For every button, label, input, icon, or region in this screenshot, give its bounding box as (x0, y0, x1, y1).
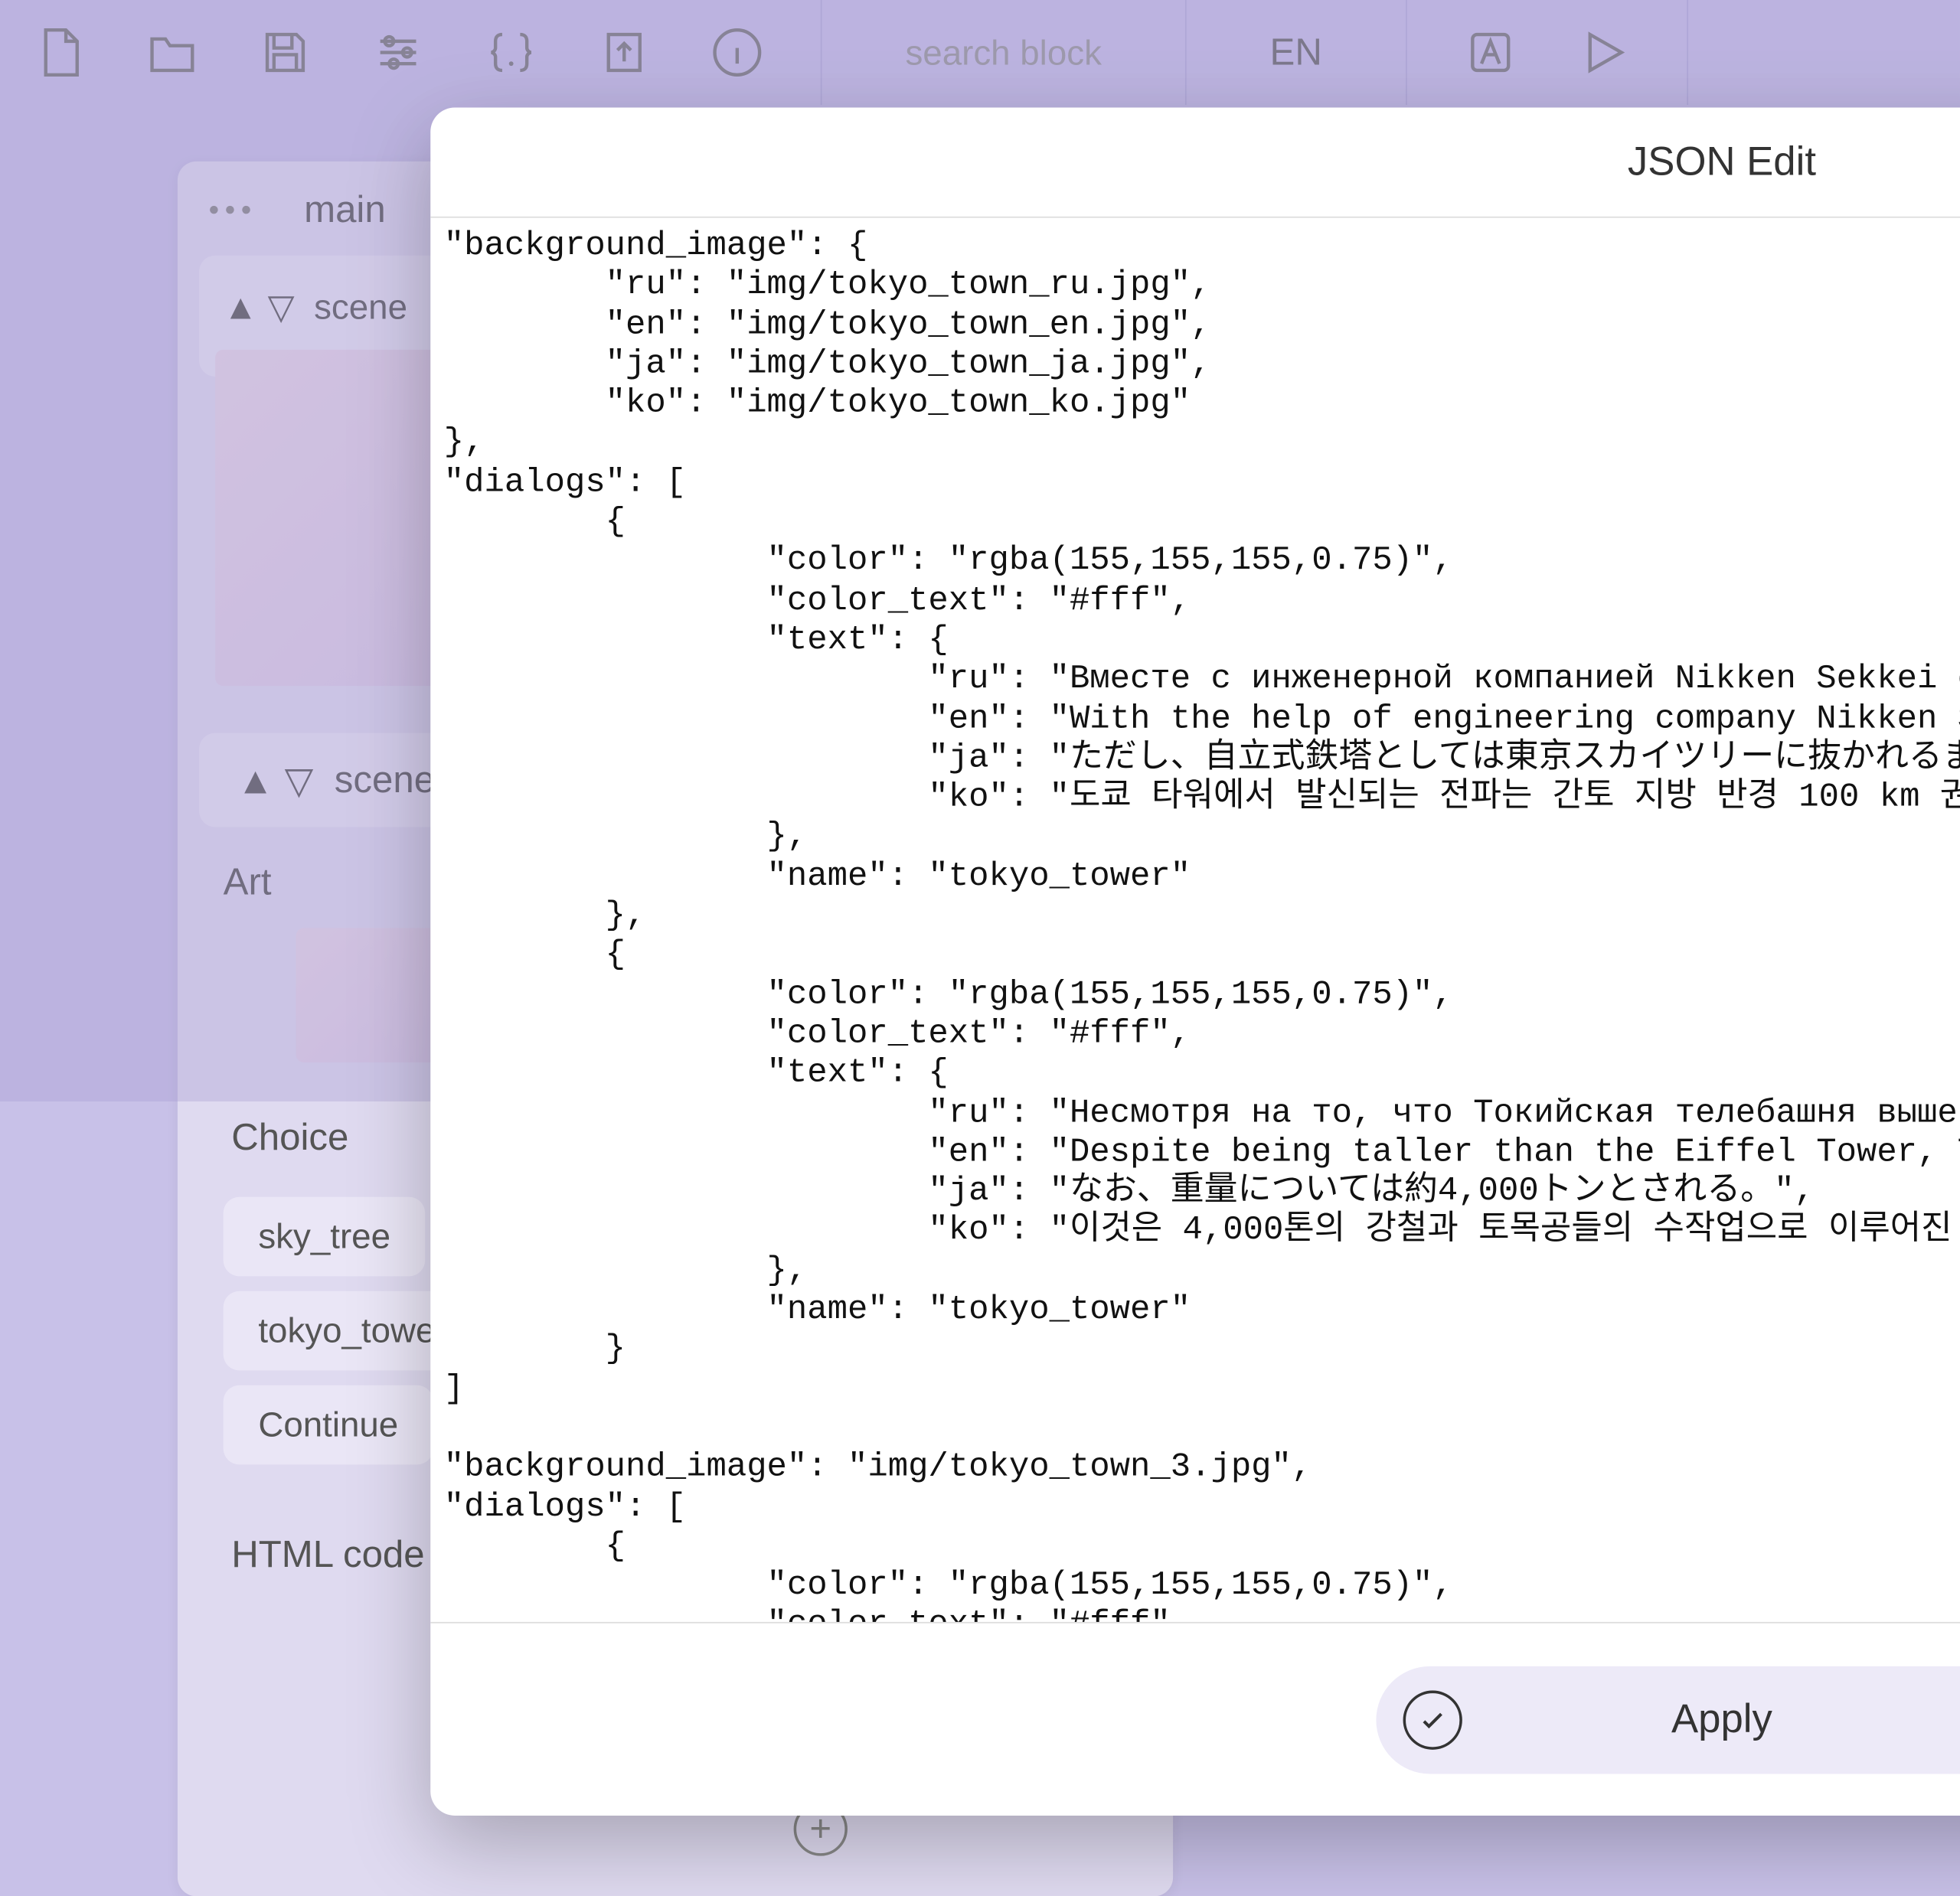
modal-title: JSON Edit (1628, 139, 1816, 185)
json-edit-modal: JSON Edit "background_image": { "ru": "i… (430, 108, 1960, 1816)
apply-button[interactable]: Apply (1376, 1666, 1960, 1774)
html-section-label: HTML code (231, 1533, 424, 1576)
apply-label: Apply (1376, 1696, 1960, 1742)
choice-item[interactable]: Continue (224, 1385, 433, 1465)
modal-footer: Apply (430, 1622, 1960, 1816)
choice-section-label: Choice (231, 1116, 348, 1159)
modal-body[interactable]: "background_image": { "ru": "img/tokyo_t… (430, 218, 1960, 1622)
choice-item[interactable]: sky_tree (224, 1197, 426, 1277)
modal-header: JSON Edit (430, 108, 1960, 218)
json-editor-content[interactable]: "background_image": { "ru": "img/tokyo_t… (444, 226, 1960, 1622)
check-icon (1403, 1690, 1462, 1749)
